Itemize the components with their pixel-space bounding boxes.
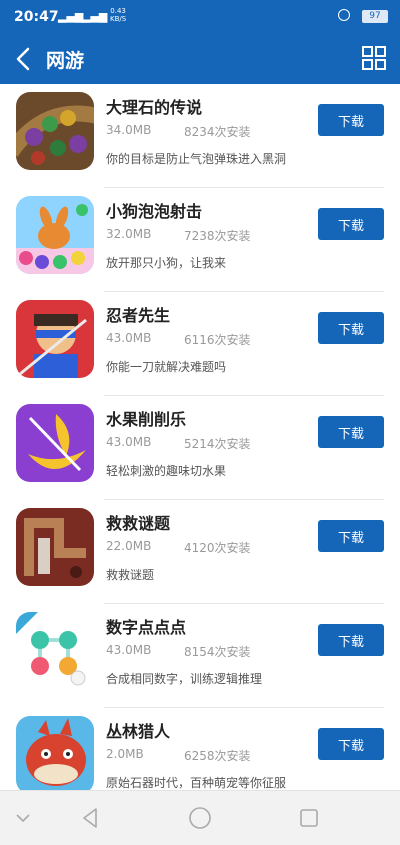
net-speed: 0.43 KB/S bbox=[110, 7, 126, 23]
fruit-slice-icon bbox=[16, 404, 94, 482]
ninja-icon bbox=[16, 300, 94, 378]
status-time: 20:47 bbox=[14, 9, 59, 25]
app-installs: 6258次安装 bbox=[184, 749, 251, 763]
app-installs: 7238次安装 bbox=[184, 229, 251, 243]
list-item[interactable]: 小狗泡泡射击 32.0MB 7238次安装 放开那只小狗，让我来 下载 bbox=[0, 188, 400, 292]
nav-recents-button[interactable] bbox=[296, 805, 322, 831]
app-installs: 4120次安装 bbox=[184, 541, 251, 555]
app-name: 大理石的传说 bbox=[106, 98, 203, 117]
status-bar: 20:47 ▂▄▆ ▂▄▆ 0.43 KB/S 97 bbox=[0, 0, 400, 34]
list-item[interactable]: 救救谜题 22.0MB 4120次安装 救救谜题 下载 bbox=[0, 500, 400, 604]
net-speed-unit: KB/S bbox=[110, 15, 127, 23]
app-name: 数字点点点 bbox=[106, 618, 187, 637]
jungle-hunter-icon bbox=[16, 716, 94, 794]
signal-icon-2: ▂▄▆ bbox=[82, 10, 108, 23]
circle-home-icon bbox=[189, 807, 211, 829]
net-speed-value: 0.43 bbox=[110, 7, 126, 15]
alarm-icon bbox=[338, 9, 350, 21]
number-dots-icon bbox=[16, 612, 94, 690]
app-size: 22.0MB bbox=[106, 539, 152, 553]
download-button[interactable]: 下载 bbox=[318, 208, 384, 240]
app-description: 轻松刺激的趣味切水果 bbox=[106, 464, 227, 478]
download-button[interactable]: 下载 bbox=[318, 104, 384, 136]
app-name: 小狗泡泡射击 bbox=[106, 202, 203, 221]
app-name: 救救谜题 bbox=[106, 514, 171, 533]
list-item[interactable]: 大理石的传说 34.0MB 8234次安装 你的目标是防止气泡弹珠进入黑洞 下载 bbox=[0, 84, 400, 188]
app-description: 你能一刀就解决难题吗 bbox=[106, 360, 227, 374]
app-size: 43.0MB bbox=[106, 643, 152, 657]
list-item[interactable]: 忍者先生 43.0MB 6116次安装 你能一刀就解决难题吗 下载 bbox=[0, 292, 400, 396]
back-button[interactable] bbox=[10, 42, 38, 76]
app-name: 水果削削乐 bbox=[106, 410, 187, 429]
chevron-left-icon bbox=[16, 47, 30, 71]
grid-icon bbox=[362, 46, 386, 70]
download-button[interactable]: 下载 bbox=[318, 728, 384, 760]
chevron-down-icon bbox=[16, 814, 30, 823]
marble-game-icon bbox=[16, 92, 94, 170]
app-description: 救救谜题 bbox=[106, 568, 155, 582]
app-installs: 5214次安装 bbox=[184, 437, 251, 451]
app-size: 34.0MB bbox=[106, 123, 152, 137]
app-installs: 8154次安装 bbox=[184, 645, 251, 659]
download-button[interactable]: 下载 bbox=[318, 520, 384, 552]
rescue-puzzle-icon bbox=[16, 508, 94, 586]
app-size: 43.0MB bbox=[106, 331, 152, 345]
list-item[interactable]: 水果削削乐 43.0MB 5214次安装 轻松刺激的趣味切水果 下载 bbox=[0, 396, 400, 500]
app-size: 43.0MB bbox=[106, 435, 152, 449]
app-name: 丛林猎人 bbox=[106, 722, 171, 741]
triangle-back-icon bbox=[83, 808, 97, 828]
app-size: 32.0MB bbox=[106, 227, 152, 241]
nav-back-button[interactable] bbox=[78, 805, 104, 831]
battery-indicator: 97 bbox=[362, 10, 388, 23]
square-recents-icon bbox=[300, 809, 318, 827]
app-description: 合成相同数字，训练逻辑推理 bbox=[106, 672, 263, 686]
app-size: 2.0MB bbox=[106, 747, 144, 761]
grid-menu-button[interactable] bbox=[362, 46, 386, 70]
signal-icon: ▂▄▆ bbox=[58, 10, 84, 23]
download-button[interactable]: 下载 bbox=[318, 416, 384, 448]
system-nav-bar bbox=[0, 790, 400, 845]
download-button[interactable]: 下载 bbox=[318, 312, 384, 344]
download-button[interactable]: 下载 bbox=[318, 624, 384, 656]
app-description: 放开那只小狗，让我来 bbox=[106, 256, 227, 270]
list-item[interactable]: 数字点点点 43.0MB 8154次安装 合成相同数字，训练逻辑推理 下载 bbox=[0, 604, 400, 708]
app-name: 忍者先生 bbox=[106, 306, 171, 325]
puppy-bubble-icon bbox=[16, 196, 94, 274]
page-title: 网游 bbox=[46, 50, 85, 72]
app-installs: 8234次安装 bbox=[184, 125, 251, 139]
app-installs: 6116次安装 bbox=[184, 333, 251, 347]
app-bar: 网游 bbox=[0, 34, 400, 84]
nav-home-button[interactable] bbox=[187, 805, 213, 831]
app-description: 你的目标是防止气泡弹珠进入黑洞 bbox=[106, 152, 287, 166]
app-description: 原始石器时代，百种萌宠等你征服 bbox=[106, 776, 287, 790]
nav-down-button[interactable] bbox=[10, 805, 36, 831]
